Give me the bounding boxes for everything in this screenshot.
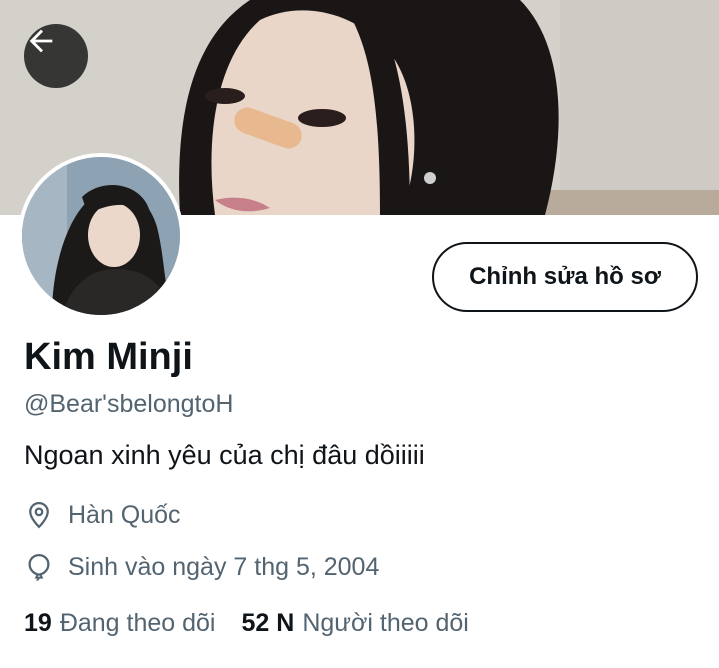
followers-count: 52 N: [241, 609, 295, 637]
following-label: Đang theo dõi: [59, 609, 216, 637]
followers-label: Người theo dõi: [302, 609, 469, 637]
profile-name: Kim Minji: [24, 336, 193, 378]
arrow-left-icon: [29, 29, 53, 53]
map-pin-icon: [24, 500, 54, 530]
balloon-icon: [24, 552, 54, 582]
profile-handle: @Bear'sbelongtoH: [24, 390, 234, 418]
profile-birthdate: Sinh vào ngày 7 thg 5, 2004: [24, 552, 379, 582]
avatar-photo: [22, 157, 180, 315]
birthdate-text: Sinh vào ngày 7 thg 5, 2004: [68, 552, 380, 581]
followers-link[interactable]: 52 N Người theo dõi: [242, 609, 495, 638]
following-count: 19: [24, 609, 52, 637]
location-text: Hàn Quốc: [68, 500, 181, 529]
follow-stats: 19 Đang theo dõi 52 N Người theo dõi: [24, 609, 495, 638]
profile-location: Hàn Quốc: [24, 500, 181, 530]
profile-bio: Ngoan xinh yêu của chị đâu dồiiiii: [24, 440, 425, 470]
edit-profile-button[interactable]: Chỉnh sửa hồ sơ: [432, 242, 698, 312]
profile-avatar[interactable]: [18, 153, 184, 319]
following-link[interactable]: 19 Đang theo dõi: [24, 609, 242, 638]
back-button[interactable]: [24, 24, 88, 88]
